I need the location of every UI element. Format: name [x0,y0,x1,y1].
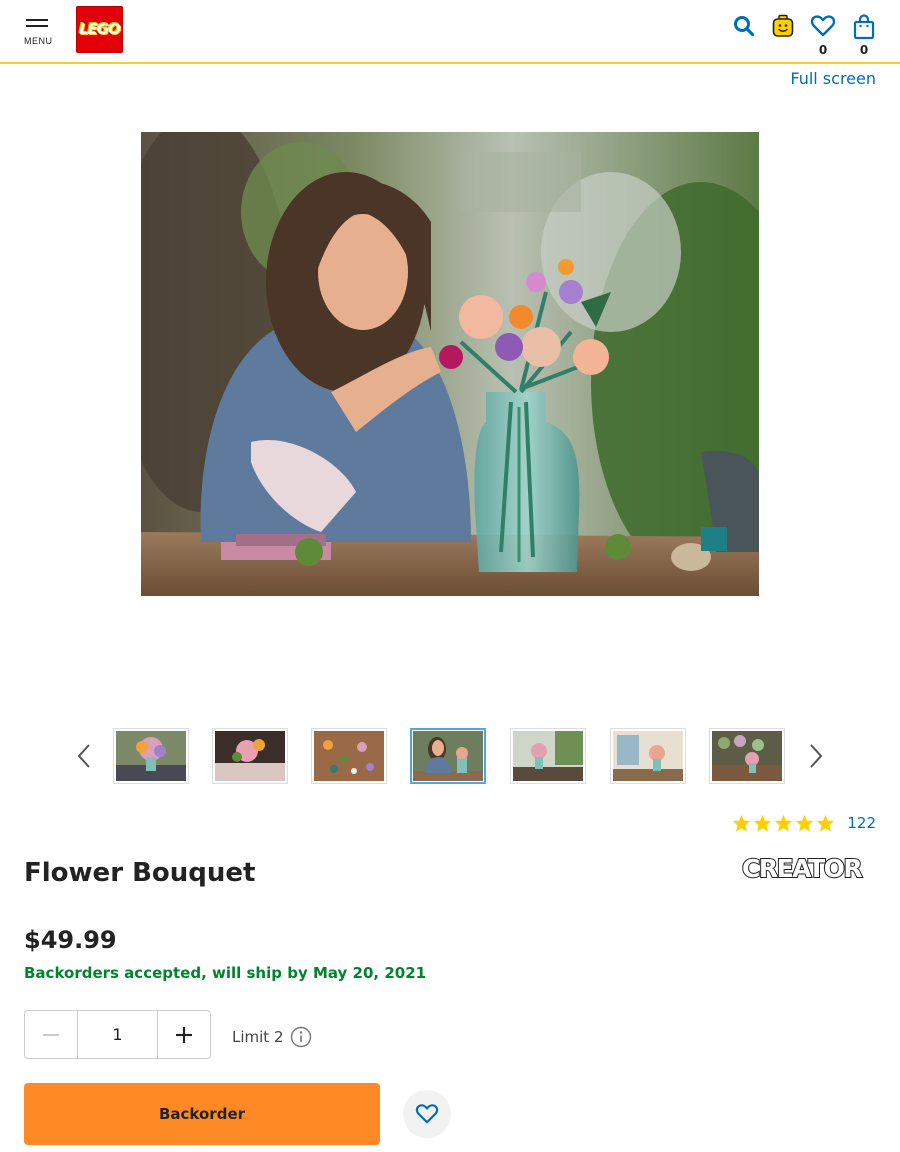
brand-logo-text: CREATOR [742,854,862,883]
thumbnail-image [314,731,384,781]
chevron-right-icon [810,744,823,768]
thumbnail-1[interactable] [113,728,189,784]
hamburger-icon [26,19,48,21]
thumbnail-5[interactable] [510,728,586,784]
search-button[interactable] [729,14,759,58]
increase-quantity-button[interactable] [158,1011,210,1058]
lego-logo[interactable]: LEGO [76,6,123,53]
chevron-left-icon [77,744,90,768]
minifigure-head-icon [772,14,794,37]
shopping-bag-icon [853,14,875,40]
menu-label: MENU [24,36,53,46]
star-icon [754,814,772,832]
star-icon [775,814,793,832]
star-icon [817,814,835,832]
creator-logo-graphic: CREATOR [741,853,865,884]
thumbnail-image [413,731,483,781]
carousel-prev-button[interactable] [73,740,97,772]
star-icon [796,814,814,832]
product-rating[interactable]: 122 [732,810,876,836]
rating-stars [732,814,835,832]
hamburger-icon-line [26,25,48,27]
wishlist-button[interactable]: 0 [808,14,838,58]
bag-button[interactable]: 0 [849,14,879,58]
thumbnail-image [513,731,583,781]
thumbnail-image [116,731,186,781]
thumbnail-2[interactable] [212,728,288,784]
search-icon [734,16,755,37]
info-icon[interactable] [290,1026,312,1048]
product-title: Flower Bouquet [24,858,256,888]
thumbnail-6[interactable] [610,728,686,784]
backorder-button[interactable]: Backorder [24,1083,380,1145]
wishlist-count: 0 [818,43,828,57]
heart-icon [415,1104,439,1124]
quantity-input[interactable] [77,1011,158,1058]
thumbnail-7[interactable] [709,728,785,784]
thumbnail-image [215,731,285,781]
site-header: MENU LEGO 0 0 [0,0,900,64]
quantity-limit: Limit 2 [232,1026,312,1048]
product-price: $49.99 [24,926,117,954]
decrease-quantity-button[interactable] [25,1011,77,1058]
thumbnail-3[interactable] [311,728,387,784]
availability-status: Backorders accepted, will ship by May 20… [24,964,427,982]
bag-count: 0 [859,43,869,57]
review-count[interactable]: 122 [847,814,876,832]
product-photo [141,132,759,596]
account-button[interactable] [768,14,798,58]
quantity-stepper [24,1010,211,1059]
thumbnail-4[interactable] [410,728,486,784]
logo-text: LEGO [79,20,122,39]
product-main-image[interactable] [141,132,759,596]
star-icon [733,814,751,832]
add-to-wishlist-button[interactable] [403,1090,451,1138]
fullscreen-link[interactable]: Full screen [790,69,876,88]
plus-icon [176,1026,192,1043]
thumbnail-image [613,731,683,781]
menu-button[interactable]: MENU [24,16,54,48]
creator-brand-logo[interactable]: CREATOR [740,851,876,885]
limit-label: Limit 2 [232,1028,284,1046]
minus-icon [43,1033,59,1036]
thumbnail-image [712,731,782,781]
heart-icon [810,15,836,37]
carousel-next-button[interactable] [803,740,827,772]
